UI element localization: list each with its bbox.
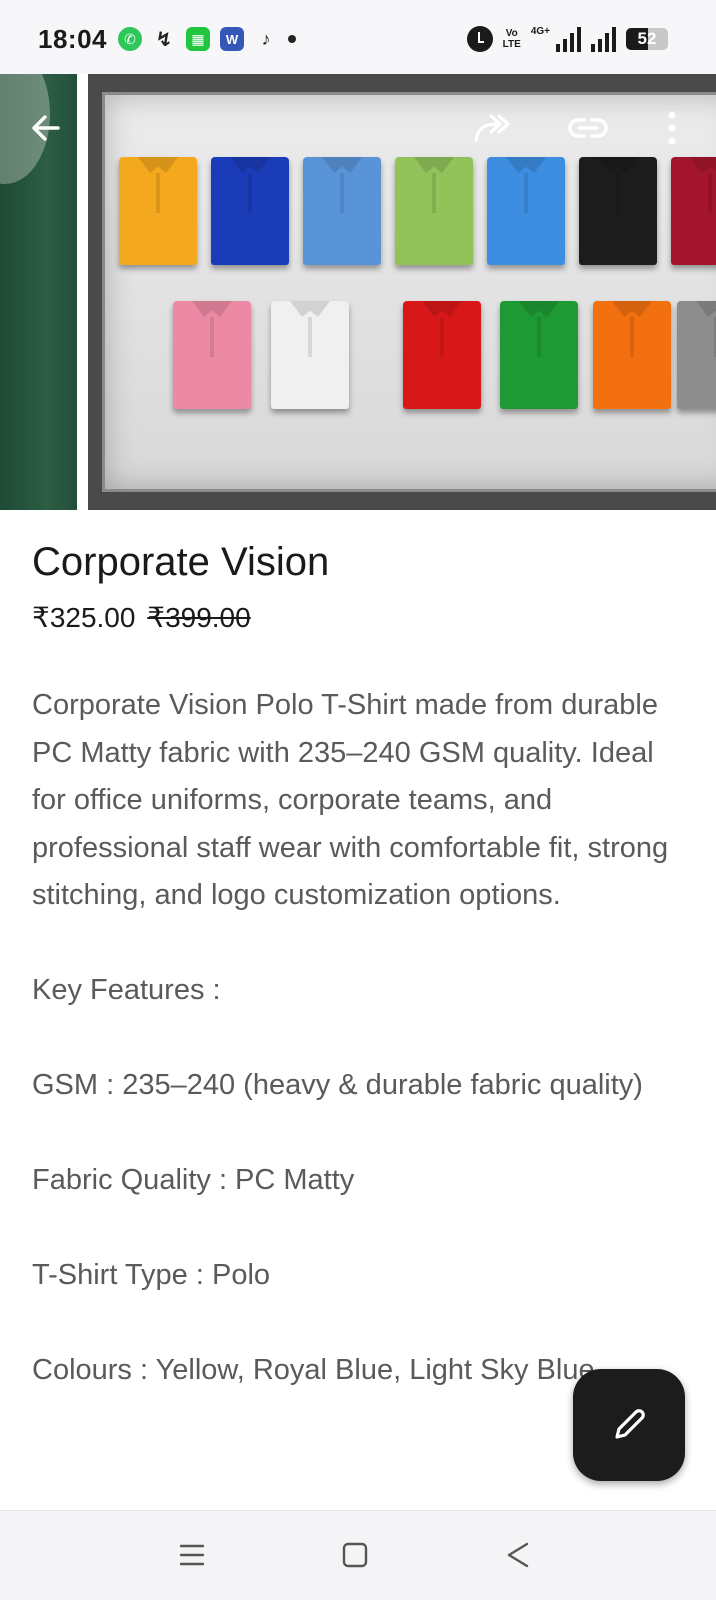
recents-button[interactable] bbox=[168, 1535, 216, 1575]
feature-item: Fabric Quality : PC Matty bbox=[32, 1164, 355, 1196]
polo-shirt bbox=[487, 157, 565, 265]
description-text: Corporate Vision Polo T-Shirt made from … bbox=[32, 689, 669, 911]
missed-call-icon: ↯ bbox=[155, 28, 173, 51]
battery-icon: 52 bbox=[626, 28, 668, 50]
polo-shirt bbox=[579, 157, 657, 265]
link-icon bbox=[568, 118, 608, 138]
price-row: ₹325.00 ₹399.00 bbox=[32, 600, 684, 636]
volte-icon: Vo LTE bbox=[503, 28, 521, 50]
signal-icon-sim1 bbox=[556, 26, 581, 52]
whatsapp-icon: ✆ bbox=[118, 27, 142, 51]
back-button[interactable] bbox=[22, 104, 70, 152]
polo-shirt bbox=[677, 301, 716, 409]
product-details: Corporate Vision ₹325.00 ₹399.00 Corpora… bbox=[32, 510, 684, 1395]
feature-item: T-Shirt Type : Polo bbox=[32, 1259, 271, 1291]
edit-fab-button[interactable] bbox=[573, 1369, 685, 1481]
key-features-heading: Key Features : bbox=[32, 974, 221, 1006]
word-app-icon: W bbox=[220, 27, 244, 51]
polo-shirt bbox=[271, 301, 349, 409]
volte-label-bottom: LTE bbox=[502, 39, 521, 50]
product-description: Corporate Vision Polo T-Shirt made from … bbox=[32, 682, 684, 1395]
polo-shirt bbox=[211, 157, 289, 265]
system-navigation-bar bbox=[0, 1510, 716, 1600]
polo-shirt bbox=[119, 157, 197, 265]
current-price: ₹325.00 bbox=[32, 602, 136, 633]
volte-label-top: Vo bbox=[505, 28, 518, 39]
notification-dot bbox=[288, 35, 296, 43]
battery-level: 52 bbox=[637, 29, 657, 48]
more-options-button[interactable] bbox=[648, 104, 696, 152]
signal-icon-sim2 bbox=[591, 26, 616, 52]
system-icons: Vo LTE 4G+ 52 bbox=[466, 25, 668, 52]
home-square-icon bbox=[342, 1542, 368, 1568]
alarm-icon bbox=[466, 26, 493, 52]
polo-shirt bbox=[500, 301, 578, 409]
network-type-label: 4G+ bbox=[530, 25, 550, 37]
status-time: 18:04 bbox=[38, 24, 107, 54]
status-bar: 18:04 ✆ ↯ ▦ W ♪ Vo LTE 4G+ 52 bbox=[0, 0, 716, 74]
back-triangle-icon bbox=[507, 1542, 529, 1568]
system-back-button[interactable] bbox=[494, 1535, 542, 1575]
home-button[interactable] bbox=[331, 1535, 379, 1575]
notification-icons: ✆ ↯ ▦ W ♪ bbox=[118, 27, 296, 51]
product-title: Corporate Vision bbox=[32, 540, 330, 584]
back-arrow-icon bbox=[32, 115, 60, 141]
copy-link-button[interactable] bbox=[564, 104, 612, 152]
polo-shirt bbox=[173, 301, 251, 409]
product-image[interactable] bbox=[88, 74, 716, 510]
polo-shirt bbox=[403, 301, 481, 409]
polo-shirt bbox=[395, 157, 473, 265]
recents-menu-icon bbox=[179, 1544, 205, 1566]
original-price: ₹399.00 bbox=[147, 602, 251, 633]
polo-shirt bbox=[671, 157, 716, 265]
script-app-icon: ♪ bbox=[261, 28, 271, 49]
share-button[interactable] bbox=[468, 104, 516, 152]
edit-pencil-icon bbox=[615, 1409, 645, 1439]
shirt-display-board bbox=[102, 92, 716, 492]
polo-shirt bbox=[593, 301, 671, 409]
polo-shirt bbox=[303, 157, 381, 265]
product-image-carousel[interactable] bbox=[0, 74, 716, 510]
share-icon bbox=[474, 114, 510, 142]
green-app-icon: ▦ bbox=[186, 27, 210, 51]
more-vertical-icon bbox=[668, 111, 676, 145]
feature-item: GSM : 235–240 (heavy & durable fabric qu… bbox=[32, 1069, 643, 1101]
